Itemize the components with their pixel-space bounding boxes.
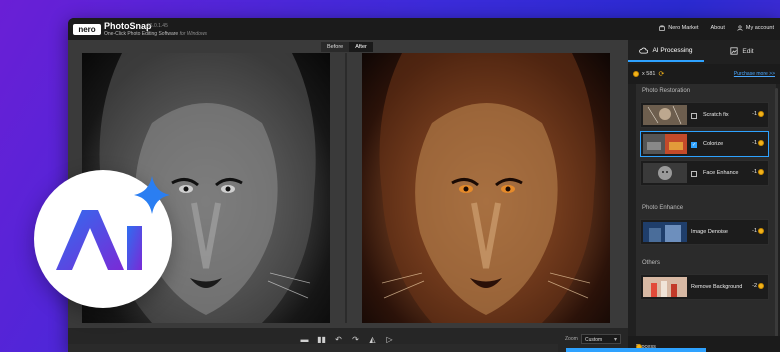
after-image <box>362 53 610 323</box>
section-photo-restoration: Photo Restoration <box>642 88 691 94</box>
remove-background-thumbnail <box>643 277 687 297</box>
view-tools: ▬ ▮▮ ↶ ↷ ◭ ▷ <box>300 335 394 344</box>
colorize-checkbox[interactable]: ✓ <box>691 142 697 148</box>
feature-card-colorize[interactable]: ✓ Colorize -1 <box>640 131 769 157</box>
face-enhance-checkbox[interactable] <box>691 171 697 177</box>
remove-background-label: Remove Background <box>691 284 743 290</box>
before-after-toggle: Before After <box>321 42 373 52</box>
coin-icon <box>758 283 764 289</box>
image-denoise-label: Image Denoise <box>691 229 728 235</box>
coin-icon <box>758 169 764 175</box>
tab-edit[interactable]: Edit <box>704 40 780 62</box>
credits-row: x 581 ⟳ Purchase more >> <box>628 64 780 84</box>
title-bar: nero PhotoSnap 26.0.1.45 One-Click Photo… <box>68 18 780 40</box>
about-link[interactable]: About <box>711 25 725 31</box>
side-panel: AI Processing Edit x 581 ⟳ Purchase more… <box>628 40 780 352</box>
colorize-label: Colorize <box>703 141 724 147</box>
image-edit-icon <box>730 47 738 55</box>
coin-icon <box>633 71 639 77</box>
coin-icon <box>758 111 764 117</box>
zoom-select[interactable]: Custom <box>581 334 621 345</box>
coin-icon <box>758 228 764 234</box>
purchase-more-link[interactable]: Purchase more >> <box>734 71 775 77</box>
nero-market-label: Nero Market <box>668 25 699 31</box>
cloud-icon <box>639 47 649 53</box>
coin-icon <box>758 140 764 146</box>
ai-badge <box>34 170 172 308</box>
colorize-cost-value: -1 <box>752 140 757 146</box>
face-enhance-label: Face Enhance <box>703 170 739 176</box>
colorize-thumbnail <box>643 134 687 154</box>
app-subtitle: One-Click Photo Editing Software for Win… <box>104 31 207 37</box>
feature-card-remove-background[interactable]: Remove Background -2 <box>640 274 769 300</box>
tab-edit-label: Edit <box>742 47 754 55</box>
scratch-fix-thumbnail <box>643 105 687 125</box>
feature-card-face-enhance[interactable]: Face Enhance -1 <box>640 160 769 186</box>
subtitle-suffix: for Windows <box>179 31 208 37</box>
remove-background-cost: -2 <box>752 283 764 289</box>
remove-background-cost-value: -2 <box>752 283 757 289</box>
feature-list: Photo Restoration Scratch fix -1 ✓ Color… <box>636 84 776 350</box>
section-others: Others <box>642 260 661 266</box>
section-photo-enhance: Photo Enhance <box>642 205 684 211</box>
single-view-icon[interactable]: ▬ <box>300 335 309 344</box>
top-links: Nero Market About My account <box>659 25 774 31</box>
feature-card-image-denoise[interactable]: Image Denoise -1 <box>640 219 769 245</box>
scratch-fix-cost-value: -1 <box>752 111 757 117</box>
sparkle-icon <box>134 176 170 214</box>
market-icon <box>659 25 665 31</box>
face-enhance-cost: -1 <box>752 169 764 175</box>
rotate-left-icon[interactable]: ↶ <box>334 335 343 344</box>
ai-logo <box>56 176 170 270</box>
panel-tabs: AI Processing Edit <box>628 40 780 62</box>
credits-value: x 581 <box>642 71 656 77</box>
my-account-label: My account <box>745 25 774 31</box>
scratch-fix-cost: -1 <box>752 111 764 117</box>
tab-ai-processing[interactable]: AI Processing <box>628 40 704 62</box>
tab-ai-label: AI Processing <box>652 46 693 54</box>
nero-market-link[interactable]: Nero Market <box>659 25 699 31</box>
flip-horizontal-icon[interactable]: ◭ <box>368 335 377 344</box>
refresh-icon[interactable]: ⟳ <box>658 70 664 78</box>
image-denoise-cost: -1 <box>752 228 764 234</box>
scratch-fix-checkbox[interactable] <box>691 113 697 119</box>
colorize-cost: -1 <box>752 140 764 146</box>
about-label: About <box>710 25 725 31</box>
before-tab[interactable]: Before <box>321 42 350 52</box>
scratch-fix-label: Scratch fix <box>703 112 729 118</box>
bottom-strip <box>68 344 558 352</box>
app-window: nero PhotoSnap 26.0.1.45 One-Click Photo… <box>68 18 780 352</box>
flip-vertical-icon[interactable]: ▷ <box>385 335 394 344</box>
app-name: PhotoSnap <box>104 21 152 31</box>
feature-card-scratch-fix[interactable]: Scratch fix -1 <box>640 102 769 128</box>
credits-balance: x 581 ⟳ <box>633 70 664 78</box>
promo-background: nero PhotoSnap 26.0.1.45 One-Click Photo… <box>0 0 780 352</box>
panel-scrollbar[interactable] <box>775 88 778 338</box>
rotate-right-icon[interactable]: ↷ <box>351 335 360 344</box>
app-version: 26.0.1.45 <box>147 23 168 29</box>
after-tab[interactable]: After <box>349 42 373 52</box>
split-view-icon[interactable]: ▮▮ <box>317 335 326 344</box>
compare-divider[interactable] <box>345 53 347 323</box>
zoom-label: Zoom <box>565 336 578 342</box>
nero-logo: nero <box>73 24 101 35</box>
face-enhance-thumbnail <box>643 163 687 183</box>
my-account-link[interactable]: My account <box>737 25 774 31</box>
lion-colorized-photo <box>379 53 596 323</box>
account-icon <box>737 25 743 31</box>
process-button[interactable] <box>566 348 706 352</box>
face-enhance-cost-value: -1 <box>752 169 757 175</box>
image-denoise-thumbnail <box>643 222 687 242</box>
image-denoise-cost-value: -1 <box>752 228 757 234</box>
subtitle-text: One-Click Photo Editing Software <box>104 31 179 37</box>
